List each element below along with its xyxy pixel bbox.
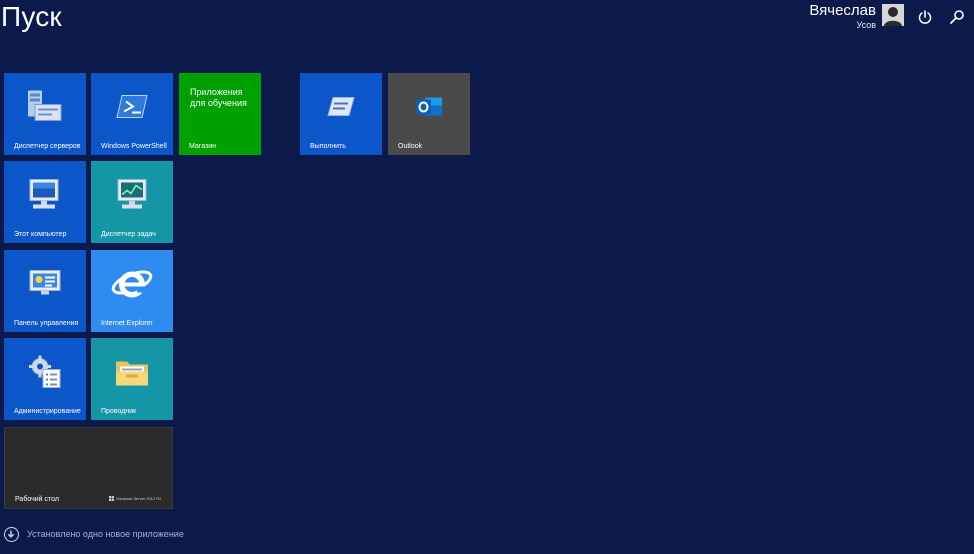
user-last-name: Усов: [856, 20, 876, 30]
windows-server-brand: Windows Server 2012 R2: [109, 496, 161, 502]
tile-desktop[interactable]: Рабочий стол Windows Server 2012 R2: [4, 427, 173, 509]
tile-outlook[interactable]: Outlook: [388, 73, 470, 155]
computer-icon: [25, 175, 65, 220]
tile-store[interactable]: Приложения для обучения Магазин: [179, 73, 261, 155]
tile-label: Этот компьютер: [14, 231, 67, 238]
internet-explorer-icon: [109, 261, 155, 312]
tile-label: Магазин: [189, 143, 217, 150]
avatar[interactable]: [882, 4, 904, 26]
tile-internet-explorer[interactable]: Internet Explorer: [91, 250, 173, 332]
page-title: Пуск: [1, 1, 62, 32]
tile-control-panel[interactable]: Панель управления: [4, 250, 86, 332]
tile-run[interactable]: Выполнить: [300, 73, 382, 155]
windows-logo-icon: [109, 496, 114, 502]
tile-label: Администрирование: [14, 408, 81, 415]
search-icon[interactable]: [949, 9, 965, 25]
tile-this-pc[interactable]: Этот компьютер: [4, 161, 86, 243]
task-manager-icon: [112, 175, 152, 220]
new-apps-notice[interactable]: Установлено одно новое приложение: [4, 526, 184, 542]
tile-label: Панель управления: [14, 320, 79, 327]
administration-icon: [25, 352, 65, 397]
server-manager-icon: [25, 87, 65, 132]
user-silhouette-icon: [884, 7, 902, 26]
arrow-down-circle-icon[interactable]: [4, 526, 19, 542]
tile-file-explorer[interactable]: Проводник: [91, 338, 173, 420]
tile-label: Проводник: [101, 408, 137, 415]
brand-text: Windows Server 2012 R2: [116, 496, 162, 501]
tile-label: Рабочий стол: [15, 496, 59, 503]
run-icon: [326, 95, 356, 124]
tile-label: Диспетчер серверов: [14, 143, 81, 150]
tile-label: Outlook: [398, 143, 423, 150]
tile-server-manager[interactable]: Диспетчер серверов: [4, 73, 86, 155]
status-text: Установлено одно новое приложение: [27, 529, 184, 539]
folder-icon: [112, 352, 152, 397]
powershell-icon: [114, 92, 150, 127]
tile-task-manager[interactable]: Диспетчер задач: [91, 161, 173, 243]
tile-label: Выполнить: [310, 143, 346, 150]
store-live-text: Приложения для обучения: [190, 87, 247, 108]
tile-label: Internet Explorer: [101, 320, 153, 327]
tile-label: Windows PowerShell: [101, 143, 167, 150]
user-account[interactable]: Вячеслав Усов: [764, 2, 904, 30]
user-first-name: Вячеслав: [809, 2, 876, 19]
tile-label: Диспетчер задач: [101, 231, 156, 238]
tile-powershell[interactable]: Windows PowerShell: [91, 73, 173, 155]
power-icon[interactable]: [917, 9, 933, 25]
control-panel-icon: [25, 264, 65, 309]
tile-administration[interactable]: Администрирование: [4, 338, 86, 420]
outlook-icon: [415, 94, 443, 125]
